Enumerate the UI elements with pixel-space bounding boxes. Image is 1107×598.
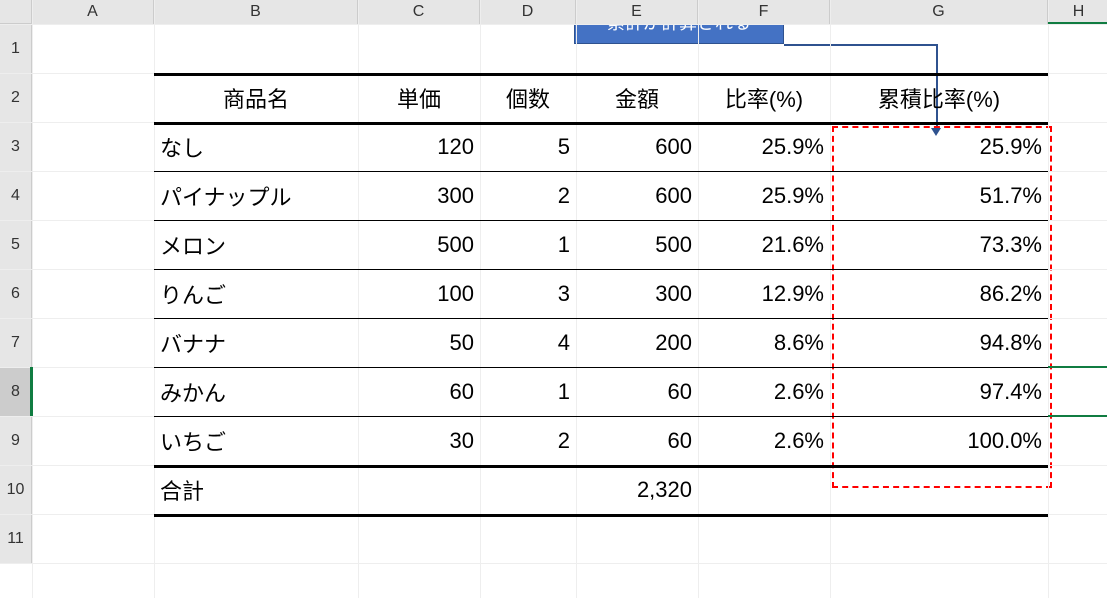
- header-B[interactable]: 商品名: [154, 73, 358, 122]
- cell-unit-6[interactable]: 100: [358, 269, 480, 318]
- row-header-9[interactable]: 9: [0, 416, 32, 465]
- cell-name-4[interactable]: パイナップル: [154, 171, 358, 220]
- table-rule: [154, 171, 1048, 172]
- gridline-h: [0, 563, 1107, 564]
- header-F[interactable]: 比率(%): [698, 73, 830, 122]
- table-rule: [154, 73, 1048, 76]
- gridline-h: [0, 24, 1107, 25]
- row8-select-top: [1048, 366, 1107, 368]
- cell-ratio-7[interactable]: 8.6%: [698, 318, 830, 367]
- cell-name-5[interactable]: メロン: [154, 220, 358, 269]
- table-rule: [154, 465, 1048, 468]
- cell-unit-9[interactable]: 30: [358, 416, 480, 465]
- row-header-10[interactable]: 10: [0, 465, 32, 514]
- cell-qty-7[interactable]: 4: [480, 318, 576, 367]
- cell-unit-3[interactable]: 120: [358, 122, 480, 171]
- col-header-E[interactable]: E: [576, 0, 698, 24]
- cell-amount-7[interactable]: 200: [576, 318, 698, 367]
- header-D[interactable]: 個数: [480, 73, 576, 122]
- row-header-3[interactable]: 3: [0, 122, 32, 171]
- cell-unit-5[interactable]: 500: [358, 220, 480, 269]
- cell-ratio-9[interactable]: 2.6%: [698, 416, 830, 465]
- cell-cum-3[interactable]: 25.9%: [830, 122, 1048, 171]
- table-rule: [154, 122, 1048, 125]
- cell-qty-3[interactable]: 5: [480, 122, 576, 171]
- cell-amount-3[interactable]: 600: [576, 122, 698, 171]
- row-header-8[interactable]: 8: [0, 367, 32, 416]
- cell-unit-7[interactable]: 50: [358, 318, 480, 367]
- col-header-C[interactable]: C: [358, 0, 480, 24]
- cell-total-amount[interactable]: 2,320: [576, 465, 698, 514]
- table-rule: [154, 514, 1048, 517]
- cell-ratio-5[interactable]: 21.6%: [698, 220, 830, 269]
- spreadsheet-area[interactable]: 累計が計算される ABCDEFGH1234567891011商品名単価個数金額比…: [0, 0, 1107, 598]
- callout-arrow-h: [784, 44, 936, 46]
- cell-unit-4[interactable]: 300: [358, 171, 480, 220]
- cell-name-8[interactable]: みかん: [154, 367, 358, 416]
- cell-amount-6[interactable]: 300: [576, 269, 698, 318]
- cell-cum-8[interactable]: 97.4%: [830, 367, 1048, 416]
- row8-select-left: [30, 367, 33, 416]
- gridline-v: [1048, 0, 1049, 598]
- row-header-7[interactable]: 7: [0, 318, 32, 367]
- cell-name-9[interactable]: いちご: [154, 416, 358, 465]
- row-header-6[interactable]: 6: [0, 269, 32, 318]
- table-rule: [154, 367, 1048, 368]
- cell-ratio-4[interactable]: 25.9%: [698, 171, 830, 220]
- row-header-2[interactable]: 2: [0, 73, 32, 122]
- row-header-5[interactable]: 5: [0, 220, 32, 269]
- cell-amount-9[interactable]: 60: [576, 416, 698, 465]
- cell-cum-4[interactable]: 51.7%: [830, 171, 1048, 220]
- cell-ratio-3[interactable]: 25.9%: [698, 122, 830, 171]
- col-header-B[interactable]: B: [154, 0, 358, 24]
- col-header-F[interactable]: F: [698, 0, 830, 24]
- cell-cum-7[interactable]: 94.8%: [830, 318, 1048, 367]
- cell-name-7[interactable]: バナナ: [154, 318, 358, 367]
- colH-select-accent: [1048, 22, 1107, 24]
- cell-ratio-6[interactable]: 12.9%: [698, 269, 830, 318]
- cell-cum-5[interactable]: 73.3%: [830, 220, 1048, 269]
- header-C[interactable]: 単価: [358, 73, 480, 122]
- table-rule: [154, 318, 1048, 319]
- cell-ratio-8[interactable]: 2.6%: [698, 367, 830, 416]
- cell-amount-8[interactable]: 60: [576, 367, 698, 416]
- cell-amount-5[interactable]: 500: [576, 220, 698, 269]
- cell-qty-9[interactable]: 2: [480, 416, 576, 465]
- cell-qty-8[interactable]: 1: [480, 367, 576, 416]
- row8-select-bottom: [1048, 415, 1107, 417]
- cell-qty-4[interactable]: 2: [480, 171, 576, 220]
- col-header-D[interactable]: D: [480, 0, 576, 24]
- row-header-4[interactable]: 4: [0, 171, 32, 220]
- cell-amount-4[interactable]: 600: [576, 171, 698, 220]
- cell-cum-6[interactable]: 86.2%: [830, 269, 1048, 318]
- cell-name-3[interactable]: なし: [154, 122, 358, 171]
- table-rule: [154, 269, 1048, 270]
- row-header-11[interactable]: 11: [0, 514, 32, 563]
- cell-qty-5[interactable]: 1: [480, 220, 576, 269]
- row-header-1[interactable]: 1: [0, 24, 32, 73]
- col-header-H[interactable]: H: [1048, 0, 1107, 24]
- col-header-G[interactable]: G: [830, 0, 1048, 24]
- header-G[interactable]: 累積比率(%): [830, 73, 1048, 122]
- select-all-corner[interactable]: [0, 0, 32, 24]
- gridline-v: [32, 0, 33, 598]
- col-header-A[interactable]: A: [32, 0, 154, 24]
- cell-total-label[interactable]: 合計: [154, 465, 358, 514]
- cell-qty-6[interactable]: 3: [480, 269, 576, 318]
- table-rule: [154, 416, 1048, 417]
- header-E[interactable]: 金額: [576, 73, 698, 122]
- cell-cum-9[interactable]: 100.0%: [830, 416, 1048, 465]
- cell-name-6[interactable]: りんご: [154, 269, 358, 318]
- cell-unit-8[interactable]: 60: [358, 367, 480, 416]
- table-rule: [154, 220, 1048, 221]
